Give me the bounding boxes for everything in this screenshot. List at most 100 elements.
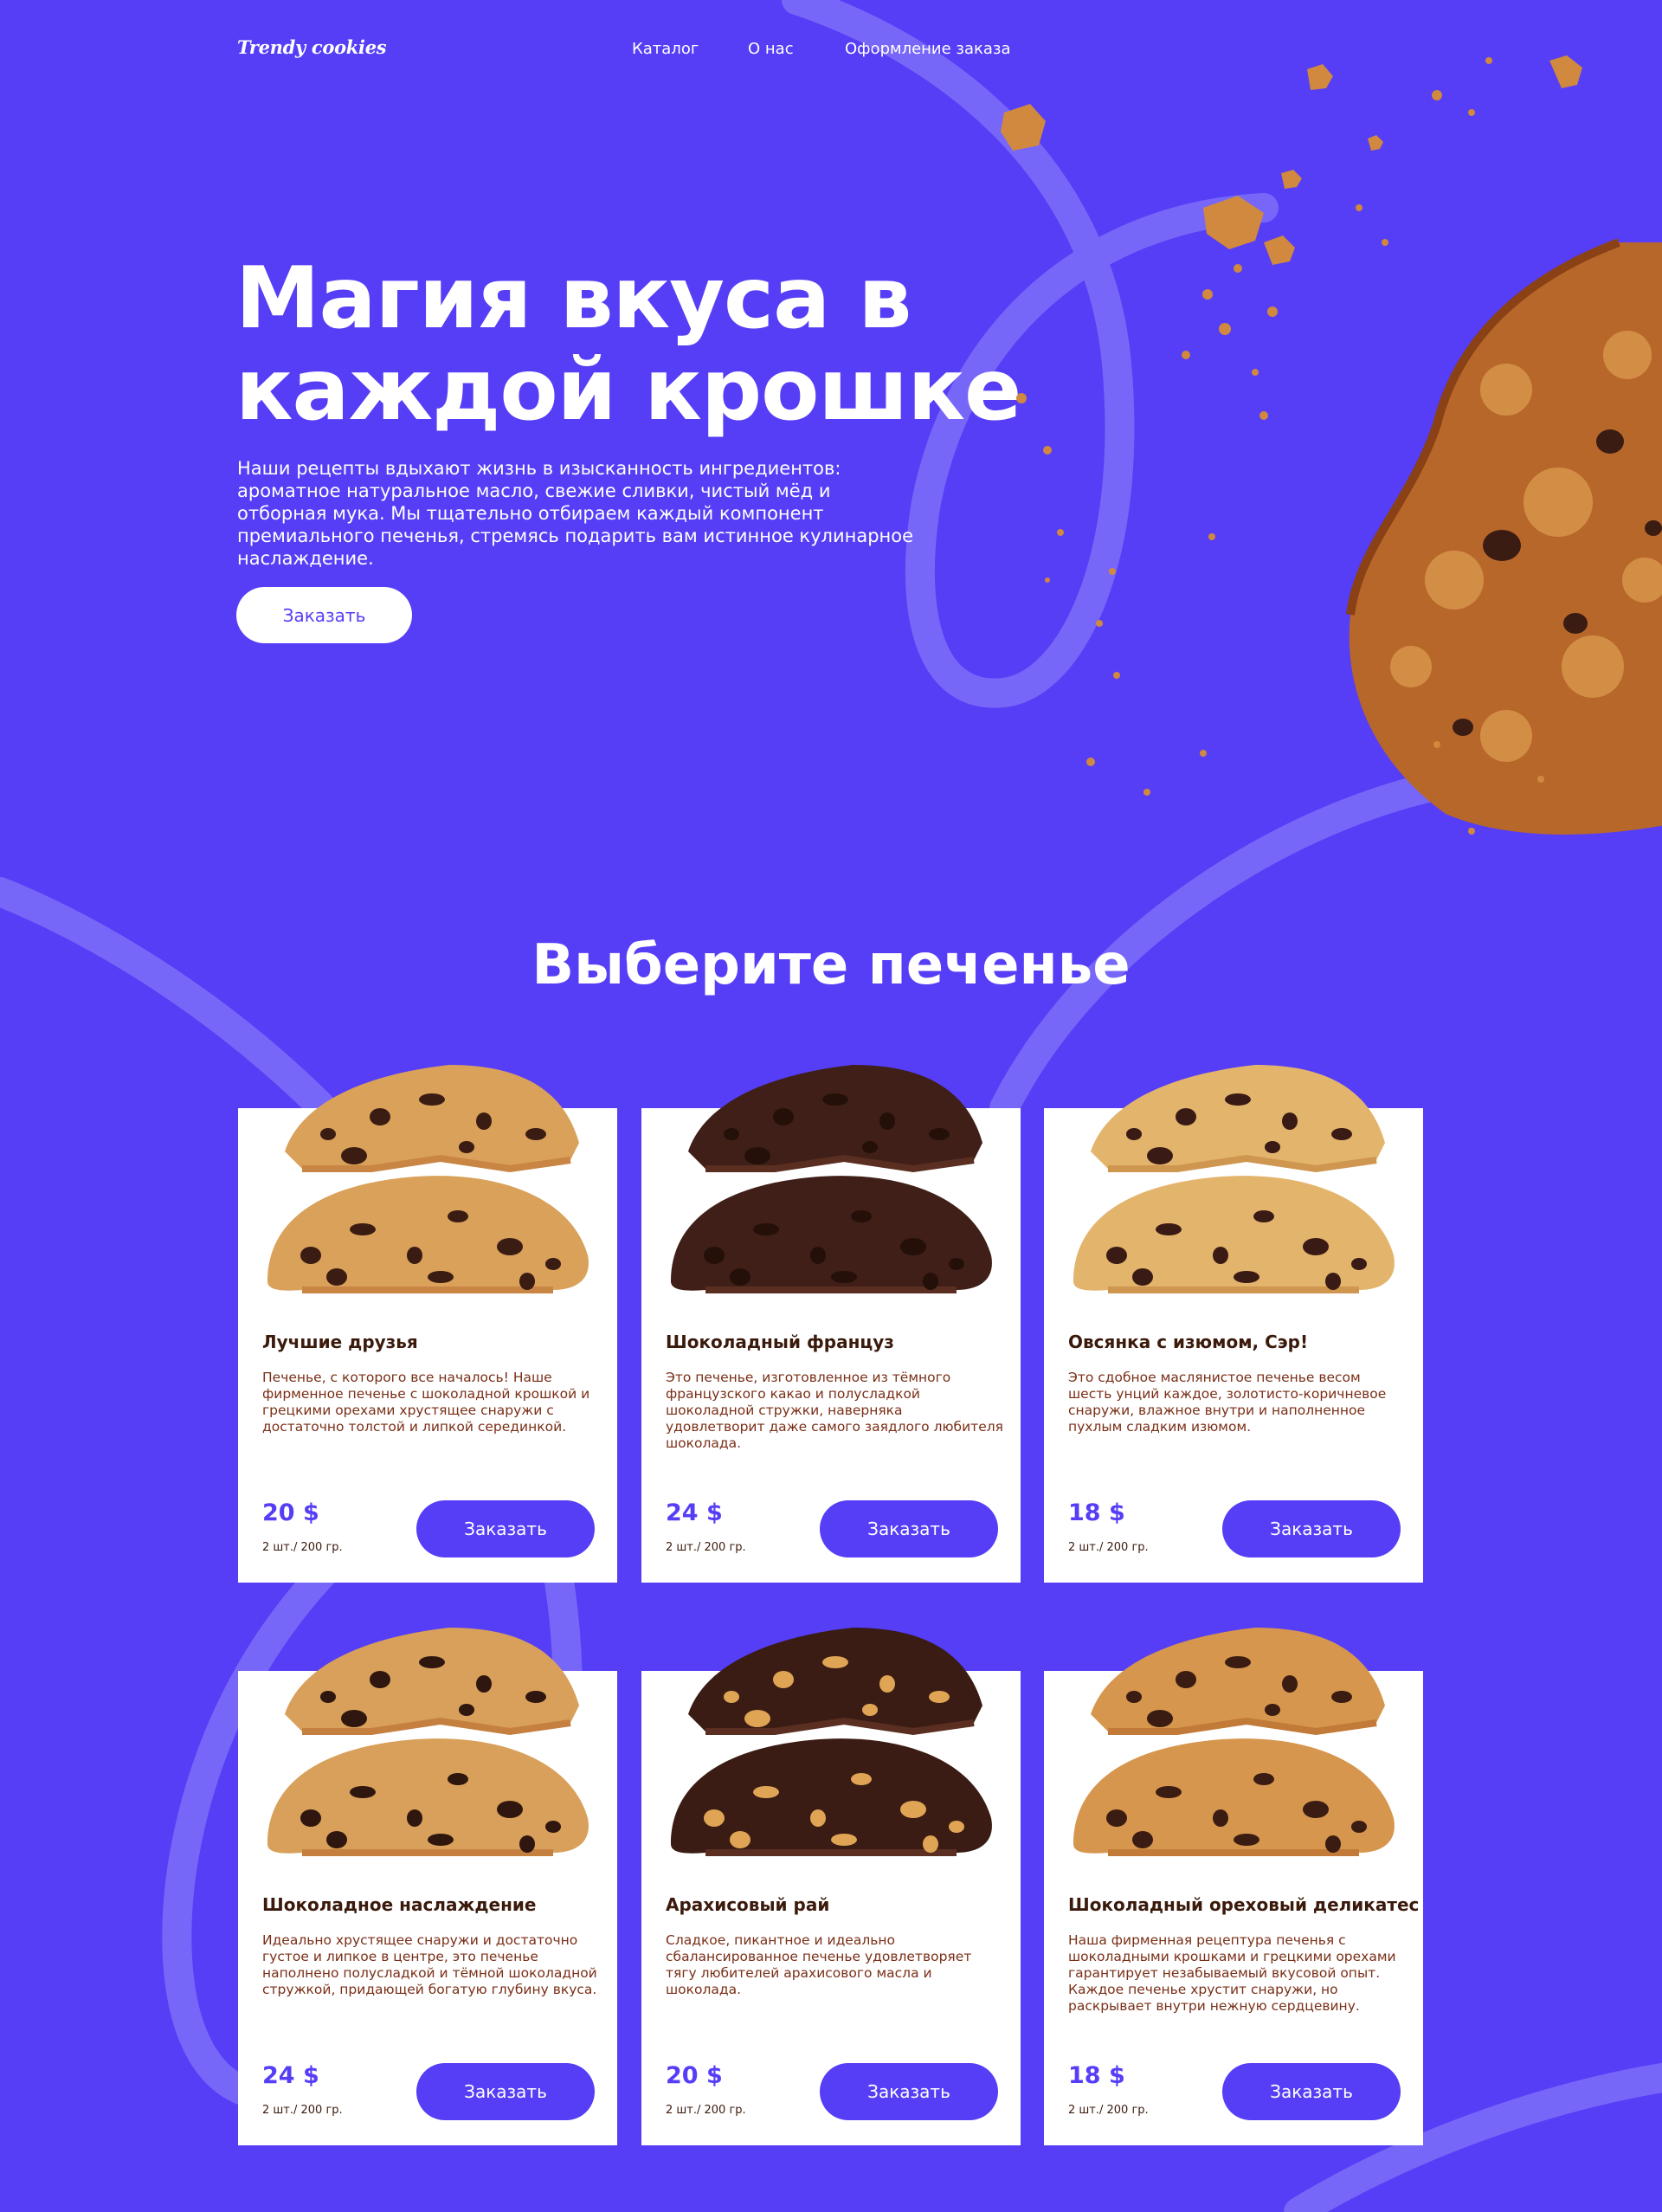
product-description: Печенье, с которого все началось! Наше ф…: [262, 1370, 590, 1435]
product-card: Лучшие друзья Печенье, с которого все на…: [238, 1065, 617, 1583]
cookie-chip: [320, 1128, 336, 1140]
cookie-chip: [459, 1704, 474, 1716]
product-name: Арахисовый рай: [666, 1894, 830, 1915]
cookie-chip: [929, 1691, 950, 1703]
cookie-chip: [1156, 1786, 1182, 1798]
cookie-half: [1091, 1065, 1385, 1169]
cookie-chip: [1156, 1223, 1182, 1235]
cookie-chip: [1106, 1809, 1127, 1827]
cookie-half: [688, 1628, 982, 1732]
product-card: Шоколадный француз Это печенье, изготовл…: [641, 1065, 1021, 1583]
cookie-chip: [1282, 1675, 1298, 1693]
cookie-chip: [370, 1108, 390, 1125]
cookie-chip: [831, 1271, 857, 1283]
cookie-half: [285, 1628, 579, 1732]
cookie-chip: [773, 1671, 794, 1688]
cookie-chip: [929, 1128, 950, 1140]
cookie-chip: [810, 1247, 826, 1264]
cookie-chip: [519, 1835, 535, 1853]
cookie-chip: [810, 1809, 826, 1827]
product-name: Шоколадный француз: [666, 1332, 894, 1352]
cookie-image: [671, 1065, 992, 1293]
hero-description: Наши рецепты вдыхают жизнь в изысканност…: [237, 458, 914, 569]
product-card: Шоколадное наслаждение Идеально хрустяще…: [238, 1628, 617, 2145]
cookie-chip: [519, 1273, 535, 1290]
cookie-chip: [724, 1691, 739, 1703]
product-description: Наша фирменная рецептура печенья с шокол…: [1068, 1932, 1396, 2014]
cookie-chip: [822, 1656, 848, 1668]
nav-catalog[interactable]: Каталог: [632, 40, 699, 58]
hero-title-line2: каждой крошке: [235, 341, 1021, 440]
hero-order-button[interactable]: Заказать: [236, 587, 412, 643]
cookie-chip: [773, 1108, 794, 1125]
cookie-image: [1073, 1065, 1395, 1293]
cookie-image: [267, 1628, 589, 1856]
cookie-chip: [1303, 1238, 1329, 1255]
product-price: 24 $: [666, 1499, 723, 1526]
cookie-half: [1091, 1628, 1385, 1732]
cookie-chip: [1225, 1656, 1251, 1668]
cookie-chip: [900, 1801, 926, 1818]
product-price: 20 $: [262, 1499, 319, 1526]
cookie-chip: [300, 1247, 321, 1264]
catalog-title: Выберите печенье: [531, 933, 1131, 997]
product-description: Сладкое, пикантное и идеально сбалансиро…: [666, 1932, 972, 1997]
cookie-chip: [1132, 1268, 1153, 1286]
cookie-half: [671, 1176, 992, 1291]
cookie-image: [1073, 1628, 1395, 1856]
cookie-chip: [448, 1773, 468, 1785]
cookie-chip: [419, 1656, 445, 1668]
nav-checkout[interactable]: Оформление заказа: [845, 40, 1011, 58]
cookie-chip: [900, 1238, 926, 1255]
hero-title-line1: Магия вкуса в: [235, 249, 912, 348]
cookie-chip: [753, 1786, 779, 1798]
cookie-chip: [851, 1773, 872, 1785]
cookie-crumbs: [1001, 55, 1582, 835]
product-quantity: 2 шт./ 200 гр.: [262, 2104, 343, 2117]
order-button[interactable]: Заказать: [1222, 2063, 1401, 2120]
cookie-image: [267, 1065, 589, 1293]
cookie-chip: [1106, 1247, 1127, 1264]
product-quantity: 2 шт./ 200 гр.: [262, 1541, 343, 1554]
cookie-chip: [1132, 1831, 1153, 1848]
brand-logo[interactable]: Trendy cookies: [237, 36, 387, 58]
cookie-chip: [1265, 1141, 1280, 1153]
order-button[interactable]: Заказать: [1222, 1500, 1401, 1557]
cookie-chip: [744, 1147, 770, 1164]
cookie-half: [1073, 1738, 1395, 1854]
cookie-chip: [1325, 1273, 1341, 1290]
cookie-chip: [459, 1141, 474, 1153]
cookie-chip: [1176, 1108, 1196, 1125]
cookie-chip: [1126, 1691, 1142, 1703]
cookie-chip: [350, 1786, 376, 1798]
order-button[interactable]: Заказать: [416, 1500, 595, 1557]
cookie-chip: [525, 1691, 546, 1703]
cookie-half: [267, 1176, 589, 1291]
cookie-chip: [448, 1210, 468, 1222]
product-description: Это сдобное маслянистое печенье весом ше…: [1068, 1370, 1387, 1435]
order-button[interactable]: Заказать: [820, 2063, 998, 2120]
cookie-image: [671, 1628, 992, 1856]
nav-about[interactable]: О нас: [748, 40, 794, 58]
cookie-half: [285, 1065, 579, 1169]
cookie-chip: [419, 1093, 445, 1106]
cookie-chip: [326, 1831, 347, 1848]
cookie-chip: [1234, 1271, 1259, 1283]
cookie-chip: [1234, 1834, 1259, 1846]
cookie-chip: [1213, 1809, 1228, 1827]
cookie-chip: [407, 1247, 422, 1264]
cookie-chip: [923, 1835, 938, 1853]
product-name: Шоколадный ореховый деликатес: [1068, 1894, 1420, 1915]
cookie-chip: [1225, 1093, 1251, 1106]
order-button[interactable]: Заказать: [416, 2063, 595, 2120]
cookie-chip: [822, 1093, 848, 1106]
cookie-chip: [730, 1831, 750, 1848]
product-quantity: 2 шт./ 200 гр.: [1068, 2104, 1149, 2117]
cookie-chip: [831, 1834, 857, 1846]
product-name: Лучшие друзья: [262, 1332, 418, 1352]
cookie-chip: [1147, 1710, 1173, 1727]
order-button[interactable]: Заказать: [820, 1500, 998, 1557]
product-quantity: 2 шт./ 200 гр.: [666, 1541, 746, 1554]
cookie-chip: [879, 1675, 895, 1693]
product-description: Идеально хрустящее снаружи и достаточно …: [262, 1932, 597, 1997]
